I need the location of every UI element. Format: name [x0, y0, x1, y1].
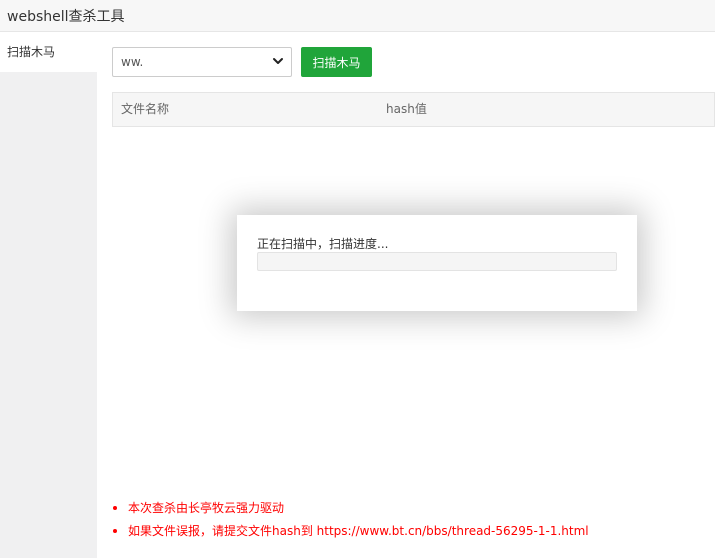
note-item: 本次查杀由长亭牧云强力驱动: [113, 500, 703, 516]
note-text: 如果文件误报，请提交文件hash到 https://www.bt.cn/bbs/…: [128, 524, 589, 538]
scan-status-text: 正在扫描中，扫描进度...: [257, 237, 389, 251]
note-item: 如果文件误报，请提交文件hash到 https://www.bt.cn/bbs/…: [113, 523, 703, 539]
column-header-hash: hash值: [386, 102, 427, 116]
note-text: 本次查杀由长亭牧云强力驱动: [128, 501, 285, 515]
notes-list: 本次查杀由长亭牧云强力驱动 如果文件误报，请提交文件hash到 https://…: [113, 500, 703, 546]
site-select-value[interactable]: ww.: [112, 47, 292, 77]
scan-progress-dialog: 正在扫描中，扫描进度...: [237, 215, 637, 311]
table-header: 文件名称 hash值: [112, 92, 715, 127]
site-select[interactable]: ww.: [112, 47, 292, 77]
scan-trojan-button[interactable]: 扫描木马: [301, 47, 372, 77]
app-window: webshell查杀工具 扫描木马 ww. 扫描木马 文件名称 hash值 正在…: [0, 0, 715, 558]
scan-progress-bar: [257, 252, 617, 271]
column-header-filename: 文件名称: [121, 102, 170, 116]
title-bar: webshell查杀工具: [0, 0, 715, 32]
window-title: webshell查杀工具: [7, 9, 125, 25]
chevron-down-icon: [273, 58, 283, 64]
sidebar: 扫描木马: [0, 33, 97, 558]
bullet-icon: [113, 529, 117, 533]
sidebar-item-scan-trojan[interactable]: 扫描木马: [0, 33, 97, 72]
bullet-icon: [113, 506, 117, 510]
